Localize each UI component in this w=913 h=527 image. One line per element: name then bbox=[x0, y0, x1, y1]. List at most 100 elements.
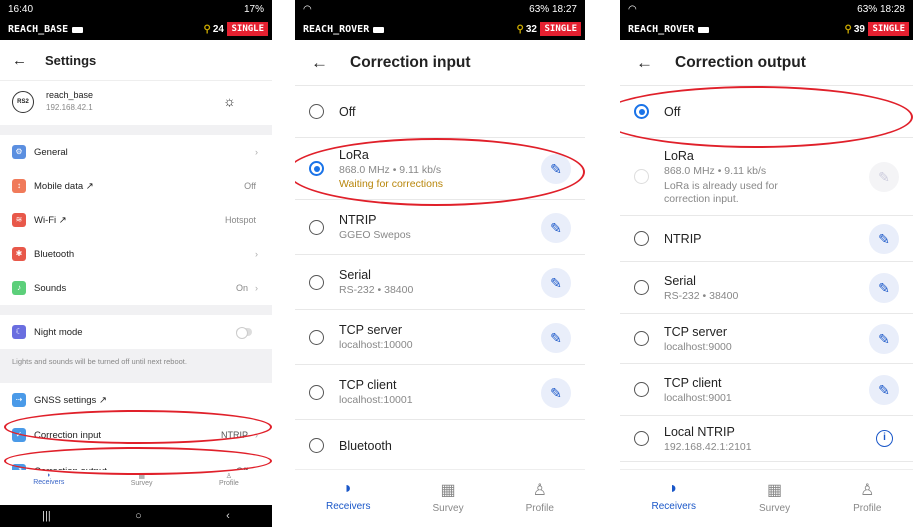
option-title: NTRIP bbox=[339, 213, 377, 227]
settings-row-value: On bbox=[235, 283, 248, 293]
edit-pencil-icon[interactable]: ✎ bbox=[869, 273, 899, 303]
header: ← Correction input bbox=[295, 40, 585, 86]
settings-row[interactable]: ↕ Mobile data ↗ Off bbox=[0, 169, 272, 203]
page-title: Correction input bbox=[350, 53, 471, 71]
highlight-lora bbox=[295, 138, 585, 206]
settings-row[interactable]: ✱ Bluetooth › bbox=[0, 237, 272, 271]
edit-pencil-icon[interactable]: ✎ bbox=[869, 224, 899, 254]
brightness-icon[interactable]: ☼ bbox=[223, 93, 236, 109]
battery-clock: 63% 18:27 bbox=[529, 4, 577, 15]
recents-icon[interactable]: ||| bbox=[42, 510, 51, 522]
settings-row[interactable]: ⚙ General › bbox=[0, 135, 272, 169]
back-icon[interactable]: ‹ bbox=[226, 510, 230, 522]
option-row-tcp-client[interactable]: TCP client localhost:10001 ✎ bbox=[295, 365, 585, 420]
nav-survey[interactable]: ▦ Survey bbox=[131, 470, 153, 505]
radio-button[interactable] bbox=[309, 104, 324, 119]
device-name: REACH_ROVER bbox=[303, 24, 385, 35]
option-row-tcp-server[interactable]: TCP server localhost:10000 ✎ bbox=[295, 310, 585, 365]
edit-pencil-icon[interactable]: ✎ bbox=[541, 213, 571, 243]
wifi-icon: ◠ bbox=[628, 4, 637, 15]
home-icon[interactable]: ○ bbox=[135, 510, 142, 522]
radio-button[interactable] bbox=[309, 385, 324, 400]
edit-pencil-icon: ✎ bbox=[869, 162, 899, 192]
option-title: TCP server bbox=[339, 323, 402, 337]
clock: 16:40 bbox=[8, 4, 34, 15]
option-row-ntrip[interactable]: NTRIP ✎ bbox=[620, 216, 913, 262]
radio-button[interactable] bbox=[634, 331, 649, 346]
bluetooth-icon: ✱ bbox=[12, 247, 26, 261]
back-arrow-icon[interactable]: ← bbox=[311, 53, 328, 73]
nav-survey[interactable]: ▦ Survey bbox=[759, 470, 790, 527]
radio-button[interactable] bbox=[634, 231, 649, 246]
nav-profile[interactable]: ♙ Profile bbox=[219, 470, 239, 505]
radio-button[interactable] bbox=[634, 280, 649, 295]
night-mode-label: Night mode bbox=[34, 326, 83, 338]
option-row-serial[interactable]: Serial RS-232 • 38400 ✎ bbox=[295, 255, 585, 310]
page-title: Settings bbox=[45, 52, 97, 68]
receivers-icon: ◗ bbox=[343, 480, 354, 497]
radio-button[interactable] bbox=[634, 382, 649, 397]
radio-button[interactable] bbox=[309, 220, 324, 235]
option-row-ntrip[interactable]: NTRIP GGEO Swepos ✎ bbox=[295, 200, 585, 255]
edit-pencil-icon[interactable]: ✎ bbox=[541, 378, 571, 408]
profile-icon: ♙ bbox=[225, 473, 232, 480]
device-name: REACH_ROVER bbox=[628, 24, 710, 35]
night-mode-row[interactable]: ☾ Night mode bbox=[0, 315, 272, 349]
nav-profile[interactable]: ♙ Profile bbox=[526, 470, 554, 527]
device-card[interactable]: RS2 reach_base 192.168.42.1 ☼ bbox=[0, 80, 272, 125]
night-mode-toggle[interactable] bbox=[236, 327, 252, 339]
status-bar: ◠ 63% 18:27 REACH_ROVER ⚲ 32 SINGLE bbox=[295, 0, 585, 40]
nav-receivers[interactable]: ◗ Receivers bbox=[33, 470, 64, 505]
battery-icon bbox=[698, 26, 710, 33]
option-title: NTRIP bbox=[664, 232, 702, 246]
battery-icon bbox=[373, 26, 385, 33]
battery-clock: 63% 18:28 bbox=[857, 4, 905, 15]
nav-survey[interactable]: ▦ Survey bbox=[432, 470, 463, 527]
radio-button[interactable] bbox=[634, 431, 649, 446]
chevron-right-icon: › bbox=[255, 249, 258, 259]
wifi-icon: ≋ bbox=[12, 213, 26, 227]
edit-pencil-icon[interactable]: ✎ bbox=[541, 268, 571, 298]
option-text: Serial RS-232 • 38400 bbox=[339, 268, 413, 297]
nav-profile[interactable]: ♙ Profile bbox=[853, 470, 881, 527]
info-icon[interactable]: i bbox=[876, 430, 893, 447]
battery-level: 17% bbox=[243, 4, 264, 15]
satellite-icon: ⚲ bbox=[516, 24, 524, 35]
back-arrow-icon[interactable]: ← bbox=[636, 53, 653, 73]
back-arrow-icon[interactable]: ← bbox=[12, 52, 27, 69]
satellite-count: ⚲ 32 bbox=[516, 24, 537, 35]
settings-group: ⚙ General › ↕ Mobile data ↗ Off ≋ Wi-Fi ↗ Hotspo… bbox=[0, 135, 272, 305]
option-text: TCP server localhost:9000 bbox=[664, 325, 732, 354]
profile-icon: ♙ bbox=[532, 482, 547, 499]
satellite-count: ⚲ 39 bbox=[844, 24, 865, 35]
nav-receivers[interactable]: ◗ Receivers bbox=[652, 470, 696, 527]
option-subtitle: RS-232 • 38400 bbox=[664, 290, 739, 302]
settings-row[interactable]: ≋ Wi-Fi ↗ Hotspot bbox=[0, 203, 272, 237]
option-title: Serial bbox=[339, 268, 371, 282]
bottom-nav: ◗ Receivers ▦ Survey ♙ Profile bbox=[0, 470, 272, 505]
edit-pencil-icon[interactable]: ✎ bbox=[869, 375, 899, 405]
option-text: Serial RS-232 • 38400 bbox=[664, 274, 738, 303]
option-row-tcp-client[interactable]: TCP client localhost:9001 ✎ bbox=[620, 364, 913, 416]
option-row-tcp-server[interactable]: TCP server localhost:9000 ✎ bbox=[620, 314, 913, 364]
edit-pencil-icon[interactable]: ✎ bbox=[869, 324, 899, 354]
settings-row[interactable]: ♪ Sounds On › bbox=[0, 271, 272, 305]
radio-button[interactable] bbox=[309, 330, 324, 345]
option-note: LoRa is already used for bbox=[664, 180, 778, 192]
radio-button[interactable] bbox=[309, 275, 324, 290]
satellite-icon: ⚲ bbox=[844, 24, 852, 35]
option-row-local-ntrip[interactable]: Local NTRIP 192.168.42.1:2101 i bbox=[620, 416, 913, 462]
nav-receivers[interactable]: ◗ Receivers bbox=[326, 470, 370, 527]
bottom-nav: ◗ Receivers ▦ Survey ♙ Profile bbox=[620, 469, 913, 527]
option-row-off[interactable]: Off bbox=[295, 86, 585, 138]
option-row-bluetooth[interactable]: Bluetooth bbox=[295, 420, 585, 472]
option-title: Serial bbox=[664, 274, 696, 288]
option-row-serial[interactable]: Serial RS-232 • 38400 ✎ bbox=[620, 262, 913, 314]
option-text: TCP client localhost:10001 bbox=[339, 378, 413, 407]
settings-row-label: Wi-Fi ↗ bbox=[34, 214, 67, 226]
bottom-nav: ◗ Receivers ▦ Survey ♙ Profile bbox=[295, 469, 585, 527]
option-subtitle: localhost:9001 bbox=[664, 392, 732, 404]
radio-button[interactable] bbox=[309, 438, 324, 453]
edit-pencil-icon[interactable]: ✎ bbox=[541, 323, 571, 353]
settings-row-label: Bluetooth bbox=[34, 248, 75, 260]
